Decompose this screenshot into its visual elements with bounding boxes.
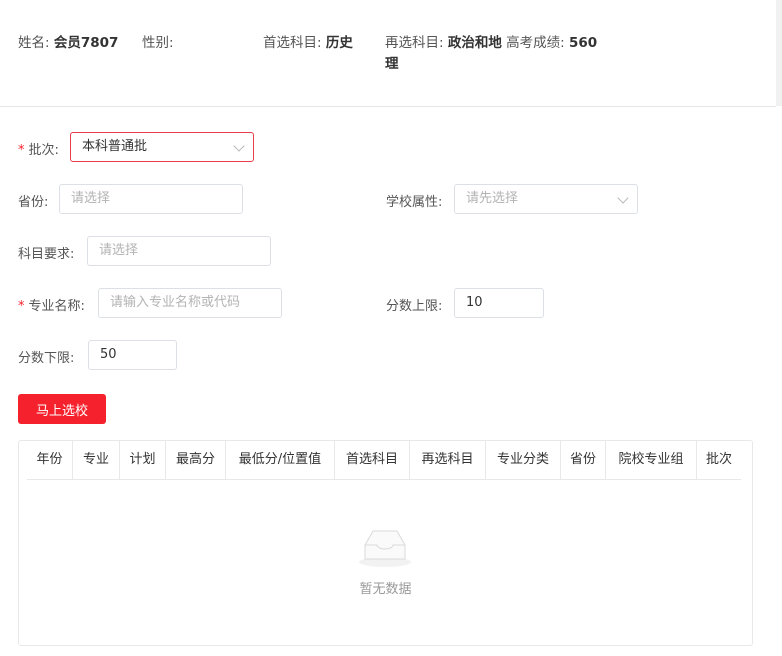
profile-gender: 性别:	[142, 35, 174, 51]
school-attr-label: 学校属性:	[386, 195, 443, 210]
batch-label: * 批次:	[18, 143, 59, 158]
province-select[interactable]: 请选择	[59, 184, 243, 214]
profile-second-subject: 再选科目: 政治和地 高考成绩: 560	[385, 35, 598, 51]
table-column-header: 年份	[27, 441, 73, 479]
profile-first-subject: 首选科目: 历史	[263, 35, 353, 51]
profile-name-value: 会员7807	[53, 35, 119, 51]
table-column-header: 计划	[120, 441, 166, 479]
major-input[interactable]: 请输入专业名称或代码	[98, 288, 282, 318]
subject-req-label: 科目要求:	[18, 247, 75, 262]
table-column-header: 省份	[561, 441, 606, 479]
table-column-header: 最高分	[166, 441, 226, 479]
chevron-down-icon	[617, 192, 629, 204]
table-column-header: 最低分/位置值	[226, 441, 335, 479]
score-upper-label: 分数上限:	[386, 299, 443, 314]
batch-select[interactable]: 本科普通批	[70, 132, 254, 162]
profile-first-subject-value: 历史	[325, 35, 353, 51]
chevron-down-icon	[233, 140, 245, 152]
table-column-header: 专业	[73, 441, 120, 479]
table-column-header: 再选科目	[410, 441, 486, 479]
score-lower-label: 分数下限:	[18, 351, 75, 366]
score-lower-input[interactable]: 50	[88, 340, 177, 370]
major-label: * 专业名称:	[18, 299, 85, 314]
table-column-header: 首选科目	[335, 441, 410, 479]
subject-req-select[interactable]: 请选择	[87, 236, 271, 266]
required-mark: *	[18, 299, 25, 314]
score-upper-input[interactable]: 10	[454, 288, 544, 318]
profile-second-subject-value: 政治和地	[447, 35, 502, 51]
table-header: 年份 专业 计划 最高分 最低分/位置值 首选科目 再选科目 专业分类 省份 院校专业组 批次	[27, 441, 741, 480]
results-table: 年份 专业 计划 最高分 最低分/位置值 首选科目 再选科目 专业分类 省份 院校专业组 批次 暂无…	[18, 440, 753, 646]
scrollbar-track[interactable]	[776, 0, 782, 106]
empty-box-icon	[359, 530, 411, 567]
profile-second-subject-wrap: 理	[385, 56, 399, 72]
profile-header: 姓名: 会员7807 性别: 首选科目: 历史 再选科目: 政治和地 高考成绩:…	[0, 0, 776, 107]
school-attr-select[interactable]: 请先选择	[454, 184, 638, 214]
table-column-header: 专业分类	[486, 441, 561, 479]
profile-name: 姓名: 会员7807	[18, 35, 119, 51]
empty-text: 暂无数据	[359, 582, 412, 597]
province-label: 省份:	[18, 195, 49, 210]
profile-score-value: 560	[569, 35, 598, 51]
table-column-header: 批次	[705, 452, 732, 467]
table-column-header: 院校专业组	[606, 441, 697, 479]
required-mark: *	[18, 143, 25, 158]
select-school-button[interactable]: 马上选校	[18, 394, 106, 424]
